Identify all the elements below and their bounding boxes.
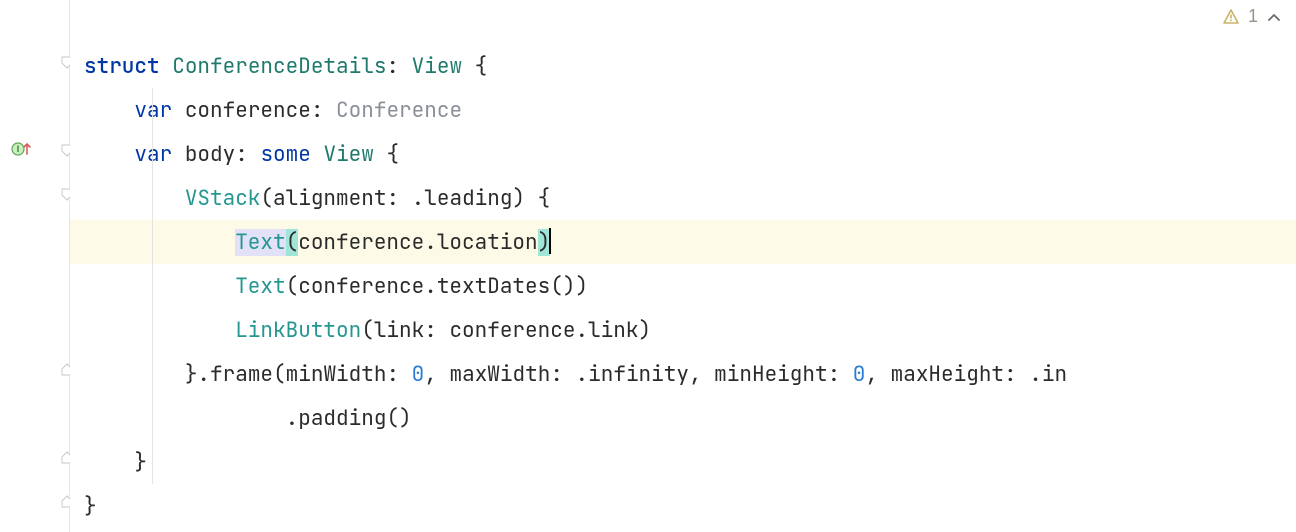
code-line[interactable]: var body: some View { [70, 132, 1296, 176]
type-name: ConferenceDetails [172, 53, 386, 80]
code-line[interactable]: } [70, 440, 1296, 484]
code-line[interactable]: } [70, 484, 1296, 528]
code-line[interactable]: struct ConferenceDetails: View { [70, 44, 1296, 88]
text-caret [549, 228, 551, 254]
code-line[interactable]: LinkButton(link: conference.link) [70, 308, 1296, 352]
code-line[interactable]: .padding() [70, 396, 1296, 440]
svg-text:I: I [17, 144, 20, 154]
keyword: struct [84, 53, 160, 80]
code-line[interactable]: }.frame(minWidth: 0, maxWidth: .infinity… [70, 352, 1296, 396]
code-editor[interactable]: 1 struct ConferenceDetails: View { var c… [70, 0, 1296, 532]
code-line[interactable]: Text(conference.textDates()) [70, 264, 1296, 308]
code-line-current[interactable]: Text(conference.location) [70, 220, 1296, 264]
implements-gutter-icon[interactable]: I [10, 138, 32, 160]
code-line[interactable]: var conference: Conference [70, 88, 1296, 132]
code-line[interactable]: VStack(alignment: .leading) { [70, 176, 1296, 220]
code-line[interactable] [70, 0, 1296, 44]
gutter: I [0, 0, 70, 532]
